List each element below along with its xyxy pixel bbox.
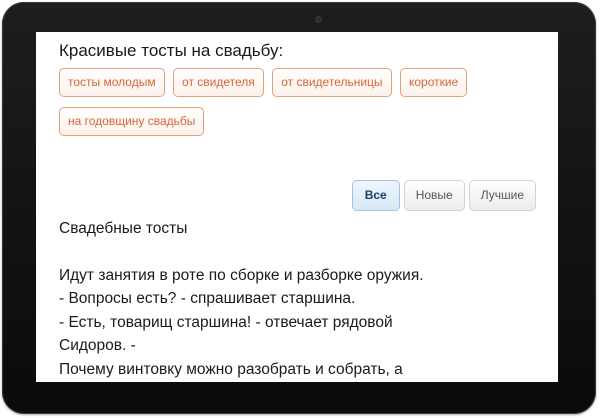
tag-toasts-for-newlyweds[interactable]: тосты молодым — [59, 68, 165, 97]
tablet-device: Красивые тосты на свадьбу: тосты молодым… — [0, 0, 600, 418]
sort-new-button[interactable]: Новые — [403, 180, 465, 211]
article-line: - Есть, товарищ старшина! - отвечает ряд… — [59, 313, 393, 331]
tag-from-bridesmaid[interactable]: от свидетельницы — [272, 68, 392, 97]
article-line: Идут занятия в роте по сборке и разборке… — [59, 266, 424, 284]
article-line: - Вопросы есть? - спрашивает старшина. — [59, 290, 356, 307]
tag-short[interactable]: короткие — [400, 68, 468, 97]
article-title: Свадебные тосты — [59, 220, 188, 237]
sort-best-button[interactable]: Лучшие — [468, 180, 536, 211]
tag-from-best-man[interactable]: от свидетеля — [173, 68, 264, 97]
article-line: Почему винтовку можно разобрать и собрат… — [59, 360, 403, 378]
tag-list: тосты молодым от свидетеля от свидетельн… — [59, 68, 529, 146]
tag-anniversary[interactable]: на годовщину свадьбы — [59, 107, 205, 136]
front-camera-icon — [316, 17, 321, 22]
sort-bar: Все Новые Лучшие — [351, 180, 536, 211]
page-heading: Красивые тосты на свадьбу: — [59, 41, 284, 60]
article-line: Сидоров. - — [59, 337, 136, 354]
sort-all-button[interactable]: Все — [351, 180, 400, 211]
screen: Красивые тосты на свадьбу: тосты молодым… — [36, 32, 558, 382]
article: Свадебные тосты Идут занятия в роте по с… — [59, 217, 529, 381]
